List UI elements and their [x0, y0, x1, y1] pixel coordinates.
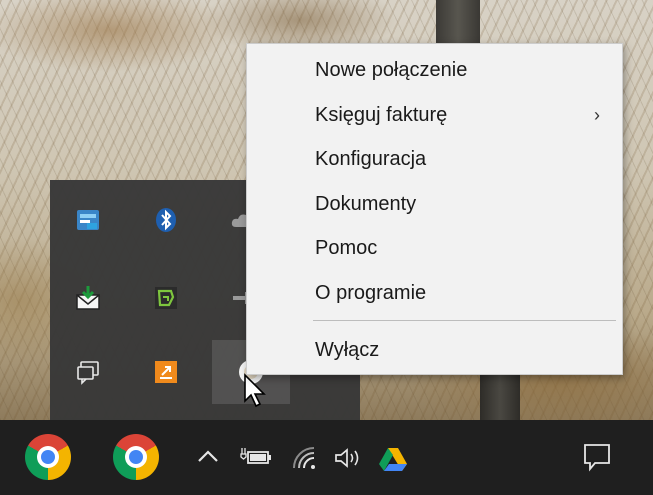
mail-download-icon[interactable]	[74, 284, 102, 312]
submenu-arrow-icon: ›	[594, 105, 600, 125]
action-center-button[interactable]	[582, 442, 612, 472]
menu-item-label: Pomoc	[315, 237, 378, 259]
chrome-icon	[25, 434, 71, 480]
desktop-screen: Nowe połączenie Księguj fakturę › Konfig…	[0, 0, 653, 495]
notification-icon	[584, 444, 610, 472]
tray-context-menu: Nowe połączenie Księguj fakturę › Konfig…	[246, 43, 623, 375]
menu-item-label: O programie	[315, 282, 427, 304]
chrome-icon	[113, 434, 159, 480]
bluetooth-icon[interactable]	[152, 206, 180, 234]
menu-separator	[313, 320, 616, 321]
menu-item-documents[interactable]: Dokumenty	[247, 182, 622, 226]
taskbar	[0, 420, 653, 495]
green-app-icon[interactable]	[152, 284, 180, 312]
taskbar-chrome-button[interactable]	[25, 434, 71, 480]
menu-item-post-invoice[interactable]: Księguj fakturę ›	[247, 93, 622, 137]
orange-app-icon[interactable]	[152, 358, 180, 386]
menu-item-help[interactable]: Pomoc	[247, 226, 622, 270]
wifi-icon[interactable]	[292, 446, 320, 470]
menu-item-new-connection[interactable]: Nowe połączenie	[247, 48, 622, 92]
battery-icon[interactable]	[240, 446, 272, 468]
volume-icon[interactable]	[333, 446, 363, 470]
menu-item-label: Nowe połączenie	[315, 59, 468, 81]
taskbar-chrome-button[interactable]	[113, 434, 159, 480]
menu-item-configuration[interactable]: Konfiguracja	[247, 137, 622, 181]
menu-item-about[interactable]: O programie	[247, 271, 622, 315]
menu-item-label: Wyłącz	[315, 339, 380, 361]
chevron-up-icon	[198, 450, 218, 462]
message-icon[interactable]	[74, 358, 102, 386]
mouse-cursor-icon	[243, 373, 269, 409]
network-app-icon[interactable]	[74, 206, 102, 234]
show-hidden-icons-button[interactable]	[196, 446, 220, 466]
google-drive-icon[interactable]	[378, 446, 408, 472]
menu-item-exit[interactable]: Wyłącz	[247, 328, 622, 372]
menu-item-label: Księguj fakturę	[315, 104, 448, 126]
menu-item-label: Konfiguracja	[315, 148, 427, 170]
menu-item-label: Dokumenty	[315, 193, 417, 215]
